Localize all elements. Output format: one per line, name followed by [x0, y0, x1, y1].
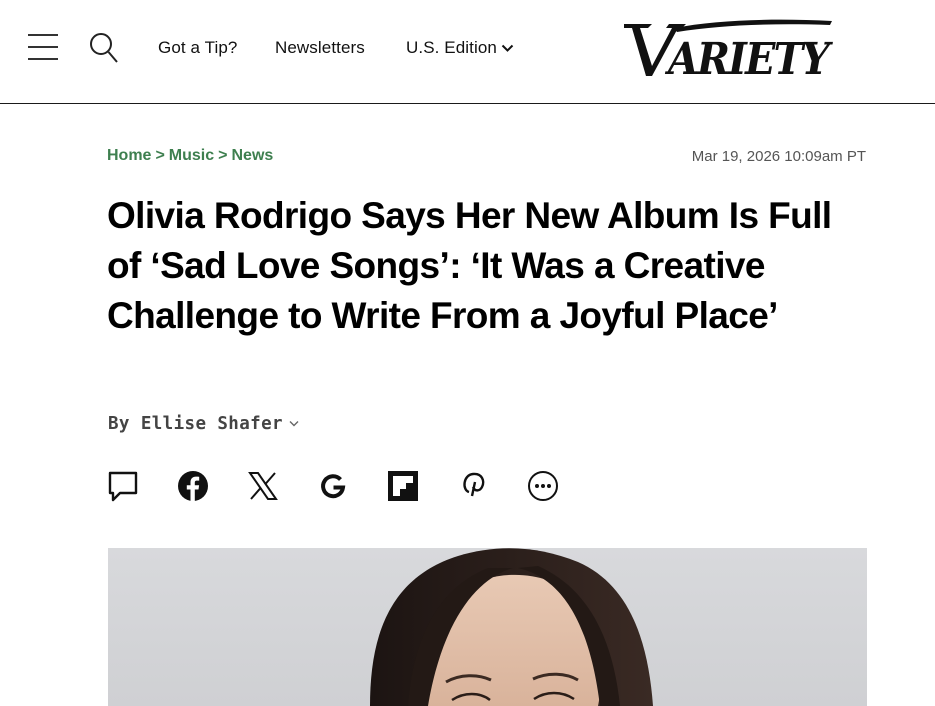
- publish-date: Mar 19, 2026 10:09am PT: [691, 148, 866, 165]
- breadcrumb-news[interactable]: News: [231, 147, 273, 164]
- chevron-down-icon[interactable]: [289, 412, 299, 432]
- facebook-icon[interactable]: [176, 468, 210, 504]
- got-a-tip-link[interactable]: Got a Tip?: [158, 38, 237, 58]
- logo-wordmark: ARIETY: [664, 34, 833, 80]
- flipboard-icon[interactable]: [386, 468, 420, 504]
- newsletters-link[interactable]: Newsletters: [275, 38, 365, 58]
- breadcrumb-separator: >: [218, 147, 228, 164]
- chevron-down-icon: [501, 38, 514, 58]
- byline: By Ellise Shafer: [108, 414, 299, 434]
- edition-selector[interactable]: U.S. Edition: [406, 38, 514, 59]
- breadcrumb-music[interactable]: Music: [169, 147, 214, 164]
- edition-label: U.S. Edition: [406, 38, 497, 57]
- more-icon[interactable]: [526, 468, 560, 504]
- hamburger-menu-icon[interactable]: [28, 34, 58, 60]
- breadcrumb-separator: >: [155, 147, 165, 164]
- search-icon[interactable]: [88, 31, 120, 65]
- breadcrumb-home[interactable]: Home: [107, 147, 151, 164]
- hero-image: [108, 548, 867, 706]
- comment-icon[interactable]: [106, 468, 140, 504]
- author-name[interactable]: Ellise Shafer: [141, 414, 283, 434]
- google-icon[interactable]: [316, 468, 350, 504]
- breadcrumb: Home > Music > News: [107, 147, 273, 165]
- pinterest-icon[interactable]: [456, 468, 490, 504]
- article-headline: Olivia Rodrigo Says Her New Album Is Ful…: [107, 195, 832, 336]
- site-header: Got a Tip? Newsletters U.S. Edition ARIE…: [0, 0, 935, 104]
- byline-prefix: By: [108, 414, 130, 434]
- x-icon[interactable]: [246, 468, 280, 504]
- variety-logo[interactable]: ARIETY: [622, 18, 835, 85]
